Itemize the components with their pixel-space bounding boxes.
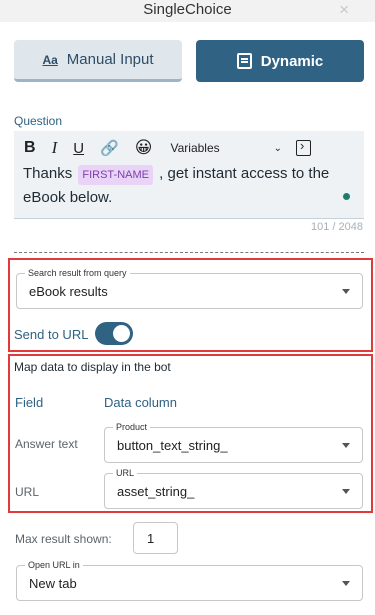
dialog-header: SingleChoice ×	[0, 0, 375, 22]
dropdown-arrow-icon	[342, 489, 350, 494]
dialog-title: SingleChoice	[143, 1, 232, 18]
question-editor[interactable]: B I U 🔗 😀 Variables ⌄ Thanks FIRST-NAME …	[14, 131, 364, 219]
question-label: Question	[14, 114, 63, 128]
underline-button[interactable]: U	[73, 140, 84, 157]
max-result-label: Max result shown:	[15, 532, 112, 546]
product-column-select[interactable]: Product button_text_string_	[104, 421, 363, 463]
editor-toolbar: B I U 🔗 😀 Variables ⌄	[24, 137, 312, 159]
mode-tabs: Aa Manual Input Dynamic	[14, 40, 364, 82]
tab-manual-input[interactable]: Aa Manual Input	[14, 40, 182, 82]
url-select-legend: URL	[113, 467, 138, 479]
section-divider	[14, 252, 364, 253]
italic-button[interactable]: I	[52, 138, 58, 158]
document-code-icon	[236, 53, 252, 69]
question-text-start: Thanks	[23, 165, 77, 182]
status-dot	[343, 193, 350, 200]
url-select-value: asset_string_	[117, 484, 195, 499]
send-to-url-toggle[interactable]	[95, 322, 133, 345]
max-result-value: 1	[147, 531, 155, 546]
send-to-url-label: Send to URL	[14, 327, 89, 342]
mapping-title: Map data to display in the bot	[14, 360, 171, 374]
open-url-value: New tab	[29, 576, 77, 591]
emoji-icon[interactable]: 😀	[135, 138, 153, 158]
close-icon[interactable]: ×	[339, 0, 349, 20]
url-column-select[interactable]: URL asset_string_	[104, 467, 363, 509]
data-column-header: Data column	[104, 395, 177, 410]
url-label: URL	[15, 485, 40, 499]
question-text[interactable]: Thanks FIRST-NAME , get instant access t…	[23, 162, 343, 210]
link-icon[interactable]: 🔗	[100, 139, 119, 157]
open-url-select[interactable]: Open URL in New tab	[16, 559, 363, 601]
dropdown-arrow-icon	[342, 581, 350, 586]
field-column-header: Field	[15, 395, 44, 410]
max-result-input[interactable]: 1	[133, 522, 178, 554]
query-select-legend: Search result from query	[25, 267, 130, 279]
product-select-legend: Product	[113, 421, 151, 433]
dropdown-arrow-icon	[342, 289, 350, 294]
toggle-knob	[113, 325, 130, 342]
bold-button[interactable]: B	[24, 139, 36, 157]
variable-chip[interactable]: FIRST-NAME	[78, 165, 153, 185]
tab-manual-input-label: Manual Input	[66, 51, 154, 68]
product-select-value: button_text_string_	[117, 438, 228, 453]
dropdown-arrow-icon	[342, 443, 350, 448]
query-select-value: eBook results	[29, 284, 108, 299]
source-code-icon[interactable]	[296, 138, 312, 156]
variables-dropdown[interactable]: Variables	[171, 141, 220, 155]
text-aa-icon: Aa	[42, 52, 58, 67]
character-counter: 101 / 2048	[311, 221, 363, 233]
query-select[interactable]: Search result from query eBook results	[16, 267, 363, 309]
tab-dynamic[interactable]: Dynamic	[196, 40, 364, 82]
open-url-legend: Open URL in	[25, 559, 83, 571]
tab-dynamic-label: Dynamic	[260, 52, 324, 70]
answer-text-label: Answer text	[15, 437, 78, 451]
chevron-down-icon[interactable]: ⌄	[274, 143, 282, 154]
